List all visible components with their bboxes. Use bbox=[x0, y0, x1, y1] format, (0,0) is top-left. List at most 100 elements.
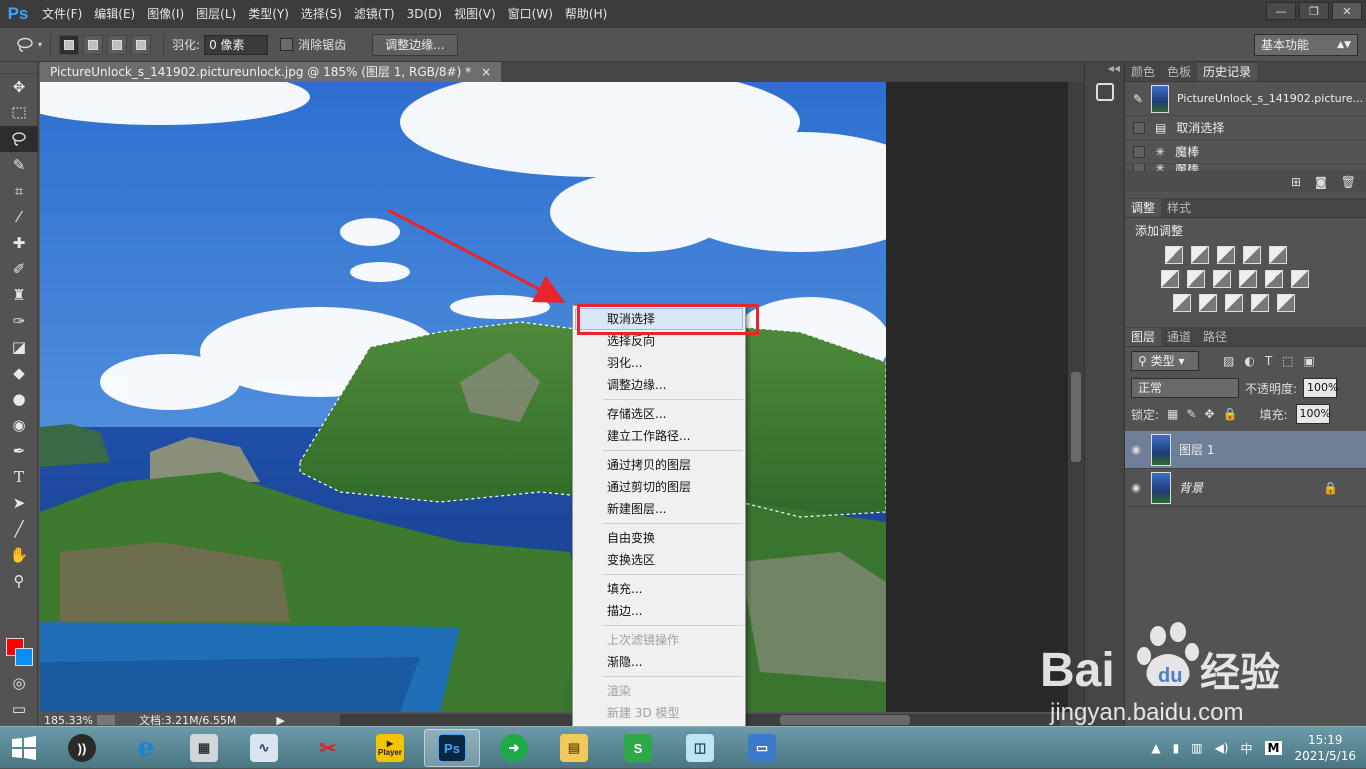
brightness-icon[interactable] bbox=[1165, 246, 1183, 264]
lock-position-icon[interactable]: ✥ bbox=[1204, 407, 1214, 421]
close-tab-icon[interactable]: × bbox=[481, 62, 491, 82]
trash-icon[interactable]: 🗑 bbox=[1341, 175, 1356, 189]
layer-row[interactable]: ◉ 背景 🔒 bbox=[1125, 469, 1366, 507]
new-selection-button[interactable] bbox=[59, 34, 80, 55]
scroll-thumb[interactable] bbox=[1071, 372, 1081, 462]
3d-panel-icon[interactable] bbox=[1095, 83, 1114, 101]
lock-all-icon[interactable]: 🔒 bbox=[1223, 407, 1238, 421]
context-menu-item[interactable]: 新建图层... bbox=[573, 498, 745, 520]
black-white-icon[interactable] bbox=[1213, 270, 1231, 288]
scroll-thumb[interactable] bbox=[780, 715, 910, 725]
quick-selection-tool-icon[interactable]: ✎ bbox=[0, 152, 38, 178]
color-lookup-icon[interactable] bbox=[1291, 270, 1309, 288]
pen-tool-icon[interactable]: ✒ bbox=[0, 438, 38, 464]
curves-icon[interactable] bbox=[1217, 246, 1235, 264]
menu-item[interactable]: 选择(S) bbox=[295, 0, 348, 28]
levels-icon[interactable] bbox=[1191, 246, 1209, 264]
photo-island-landscape[interactable] bbox=[40, 82, 886, 712]
menu-item[interactable]: 帮助(H) bbox=[559, 0, 613, 28]
taskbar-app[interactable]: ➜ bbox=[486, 729, 542, 767]
background-color[interactable] bbox=[15, 648, 33, 666]
brush-tool-icon[interactable]: ✐ bbox=[0, 256, 38, 282]
zoom-tool-icon[interactable]: ⚲ bbox=[0, 568, 38, 594]
opacity-input[interactable]: 100% bbox=[1303, 378, 1339, 398]
menu-item[interactable]: 窗口(W) bbox=[502, 0, 559, 28]
context-menu-item[interactable]: 描边... bbox=[573, 600, 745, 622]
taskbar-app[interactable]: ▤ bbox=[546, 729, 602, 767]
context-menu-item[interactable]: 调整边缘... bbox=[573, 374, 745, 396]
visibility-eye-icon[interactable]: ◉ bbox=[1125, 481, 1147, 494]
screen-mode-icon[interactable]: ▭ bbox=[0, 696, 38, 722]
tray-device-icon[interactable]: ▮ bbox=[1173, 741, 1180, 755]
minimize-button[interactable]: — bbox=[1266, 2, 1296, 20]
threshold-icon[interactable] bbox=[1225, 294, 1243, 312]
workspace-select[interactable]: 基本功能 ▲▼ bbox=[1254, 34, 1358, 56]
gradient-map-icon[interactable] bbox=[1277, 294, 1295, 312]
hue-saturation-icon[interactable] bbox=[1161, 270, 1179, 288]
ime-mode-indicator[interactable]: M bbox=[1264, 741, 1283, 755]
tab-styles[interactable]: 样式 bbox=[1161, 199, 1197, 217]
taskbar-app[interactable]: )) bbox=[54, 729, 110, 767]
lasso-preset-icon[interactable] bbox=[14, 34, 36, 56]
tray-expand-icon[interactable]: ▲ bbox=[1151, 741, 1160, 755]
blend-mode-select[interactable]: 正常 bbox=[1131, 378, 1239, 398]
crop-tool-icon[interactable]: ⌗ bbox=[0, 178, 38, 204]
exposure-icon[interactable] bbox=[1243, 246, 1261, 264]
lock-pixels-icon[interactable]: ▦ bbox=[1167, 407, 1178, 421]
new-document-icon[interactable]: ⊞ bbox=[1291, 175, 1301, 189]
context-menu-item[interactable]: 羽化... bbox=[573, 352, 745, 374]
clock[interactable]: 15:19 2021/5/16 bbox=[1294, 732, 1356, 764]
dodge-tool-icon[interactable]: ◉ bbox=[0, 412, 38, 438]
healing-brush-tool-icon[interactable]: ✚ bbox=[0, 230, 38, 256]
ime-indicator[interactable]: 中 bbox=[1241, 740, 1253, 757]
tab-color[interactable]: 颜色 bbox=[1125, 63, 1161, 81]
context-menu-item[interactable]: 填充... bbox=[573, 578, 745, 600]
history-brush-tool-icon[interactable]: ✑ bbox=[0, 308, 38, 334]
menu-item[interactable]: 3D(D) bbox=[401, 0, 448, 28]
lock-paint-icon[interactable]: ✎ bbox=[1186, 407, 1196, 421]
visibility-eye-icon[interactable]: ◉ bbox=[1125, 443, 1147, 456]
menu-item[interactable]: 文件(F) bbox=[36, 0, 88, 28]
clone-stamp-tool-icon[interactable]: ♜ bbox=[0, 282, 38, 308]
taskbar-app[interactable]: ▶ Player bbox=[362, 729, 418, 767]
history-state[interactable]: ▤ 取消选择 bbox=[1125, 116, 1366, 140]
context-menu-item[interactable]: 变换选区 bbox=[573, 549, 745, 571]
layer-name[interactable]: 背景 bbox=[1179, 479, 1203, 496]
tab-paths[interactable]: 路径 bbox=[1197, 328, 1233, 346]
move-tool-icon[interactable]: ✥ bbox=[0, 74, 38, 100]
document-tab[interactable]: PictureUnlock_s_141902.pictureunlock.jpg… bbox=[40, 62, 502, 82]
add-selection-button[interactable] bbox=[83, 34, 104, 55]
menu-item[interactable]: 图像(I) bbox=[141, 0, 190, 28]
invert-icon[interactable] bbox=[1173, 294, 1191, 312]
filter-shape-icon[interactable]: ⬚ bbox=[1282, 354, 1293, 368]
menu-item[interactable]: 滤镜(T) bbox=[348, 0, 401, 28]
antialias-checkbox[interactable] bbox=[280, 38, 294, 51]
refine-edge-button[interactable]: 调整边缘... bbox=[372, 33, 458, 56]
volume-icon[interactable]: ◀) bbox=[1215, 741, 1229, 755]
marquee-tool-icon[interactable] bbox=[0, 100, 38, 126]
taskbar-app[interactable]: ▦ bbox=[176, 729, 232, 767]
filter-smart-icon[interactable]: ▣ bbox=[1304, 354, 1315, 368]
blur-tool-icon[interactable]: ● bbox=[0, 386, 38, 412]
restore-button[interactable]: ❐ bbox=[1299, 2, 1329, 20]
eyedropper-tool-icon[interactable]: ⁄ bbox=[0, 204, 38, 230]
filter-adjustment-icon[interactable]: ◐ bbox=[1244, 354, 1254, 368]
panel-grip[interactable] bbox=[0, 62, 37, 74]
layer-kind-filter[interactable]: ⚲ 类型 ▾ bbox=[1131, 351, 1199, 371]
network-icon[interactable]: ▥ bbox=[1191, 741, 1202, 755]
color-swatches[interactable] bbox=[6, 638, 36, 668]
zoom-level[interactable]: 185.33% bbox=[44, 714, 93, 727]
context-menu-item[interactable]: 通过拷贝的图层 bbox=[573, 454, 745, 476]
fill-input[interactable]: 100% bbox=[1295, 404, 1331, 424]
selective-color-icon[interactable] bbox=[1251, 294, 1269, 312]
taskbar-app[interactable]: ▭ bbox=[734, 729, 790, 767]
line-tool-icon[interactable]: ╱ bbox=[0, 516, 38, 542]
context-menu-item[interactable]: 存储选区... bbox=[573, 403, 745, 425]
subtract-selection-button[interactable] bbox=[107, 34, 128, 55]
menu-item[interactable]: 图层(L) bbox=[190, 0, 242, 28]
context-menu-item[interactable]: 自由变换 bbox=[573, 527, 745, 549]
eraser-tool-icon[interactable]: ◪ bbox=[0, 334, 38, 360]
tab-channels[interactable]: 通道 bbox=[1161, 328, 1197, 346]
close-button[interactable]: ✕ bbox=[1332, 2, 1362, 20]
taskbar-app[interactable]: ∿ bbox=[236, 729, 292, 767]
